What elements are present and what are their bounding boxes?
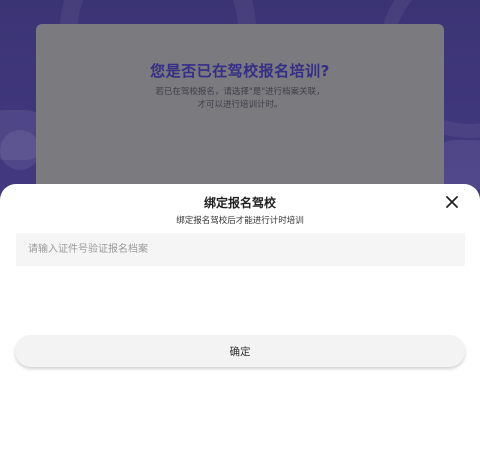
bind-school-sheet: 绑定报名驾校 绑定报名驾校后才能进行计时培训 确定 [0, 184, 480, 461]
dialog-desc-line: 若已在驾校报名，请选择"是"进行档案关联， [155, 87, 325, 97]
decorative-cloud [0, 130, 40, 170]
id-number-input[interactable] [16, 233, 465, 266]
dialog-description: 若已在驾校报名，请选择"是"进行档案关联， 才可以进行培训计时。 [76, 86, 404, 112]
close-button[interactable] [442, 192, 462, 212]
sheet-subtitle: 绑定报名驾校后才能进行计时培训 [176, 216, 304, 226]
dialog-title: 您是否已在驾校报名培训? [150, 62, 330, 80]
sheet-title: 绑定报名驾校 [203, 196, 276, 210]
confirm-button[interactable]: 确定 [15, 335, 465, 367]
close-icon [446, 196, 458, 208]
dialog-desc-line: 才可以进行培训计时。 [197, 100, 283, 110]
